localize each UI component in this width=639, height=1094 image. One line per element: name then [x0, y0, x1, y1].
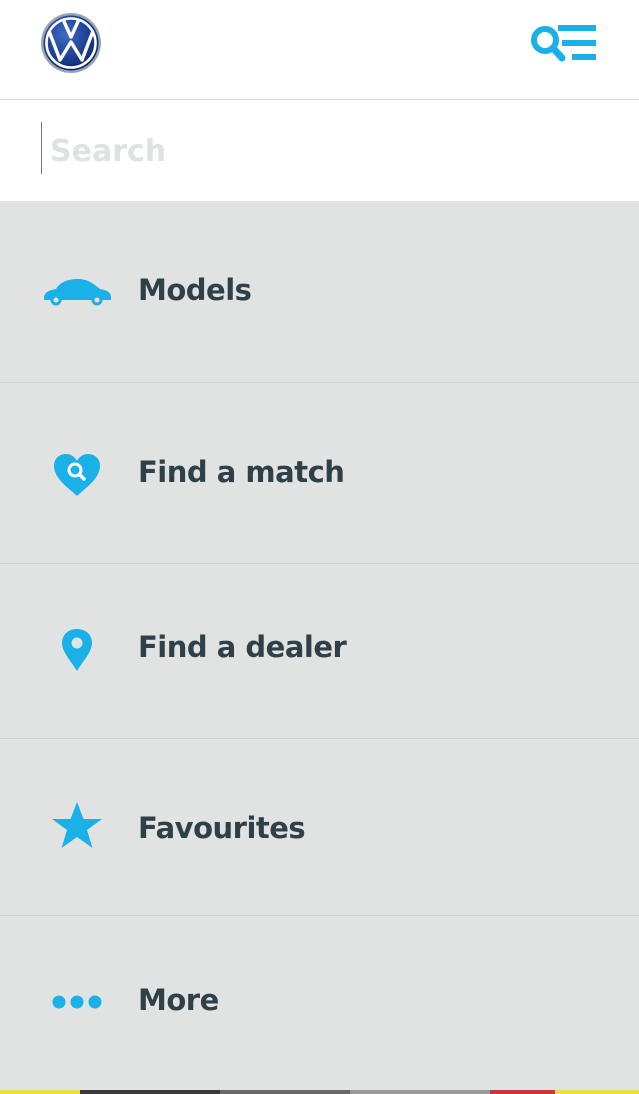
nav-item-more[interactable]: More [0, 916, 639, 1091]
main-nav: Models Find a match Find a dealer Favour… [0, 201, 639, 1091]
nav-item-find-a-match[interactable]: Find a match [0, 383, 639, 564]
app-header [0, 0, 639, 100]
car-icon [42, 275, 112, 311]
nav-item-favourites[interactable]: Favourites [0, 739, 639, 916]
vw-logo-icon[interactable] [40, 12, 102, 74]
nav-item-label: Models [138, 273, 252, 307]
nav-item-label: Favourites [138, 811, 306, 845]
content-peek-strip [0, 1090, 639, 1094]
search-menu-button[interactable] [528, 22, 598, 64]
more-dots-icon [42, 994, 112, 1010]
nav-item-label: Find a dealer [138, 630, 347, 664]
location-pin-icon [42, 628, 112, 672]
search-input[interactable] [50, 126, 610, 176]
star-icon [42, 801, 112, 849]
nav-item-models[interactable]: Models [0, 201, 639, 383]
heart-search-icon [42, 453, 112, 497]
nav-item-label: Find a match [138, 455, 345, 489]
nav-item-find-a-dealer[interactable]: Find a dealer [0, 564, 639, 739]
nav-item-label: More [138, 983, 219, 1017]
search-caret [41, 122, 42, 174]
